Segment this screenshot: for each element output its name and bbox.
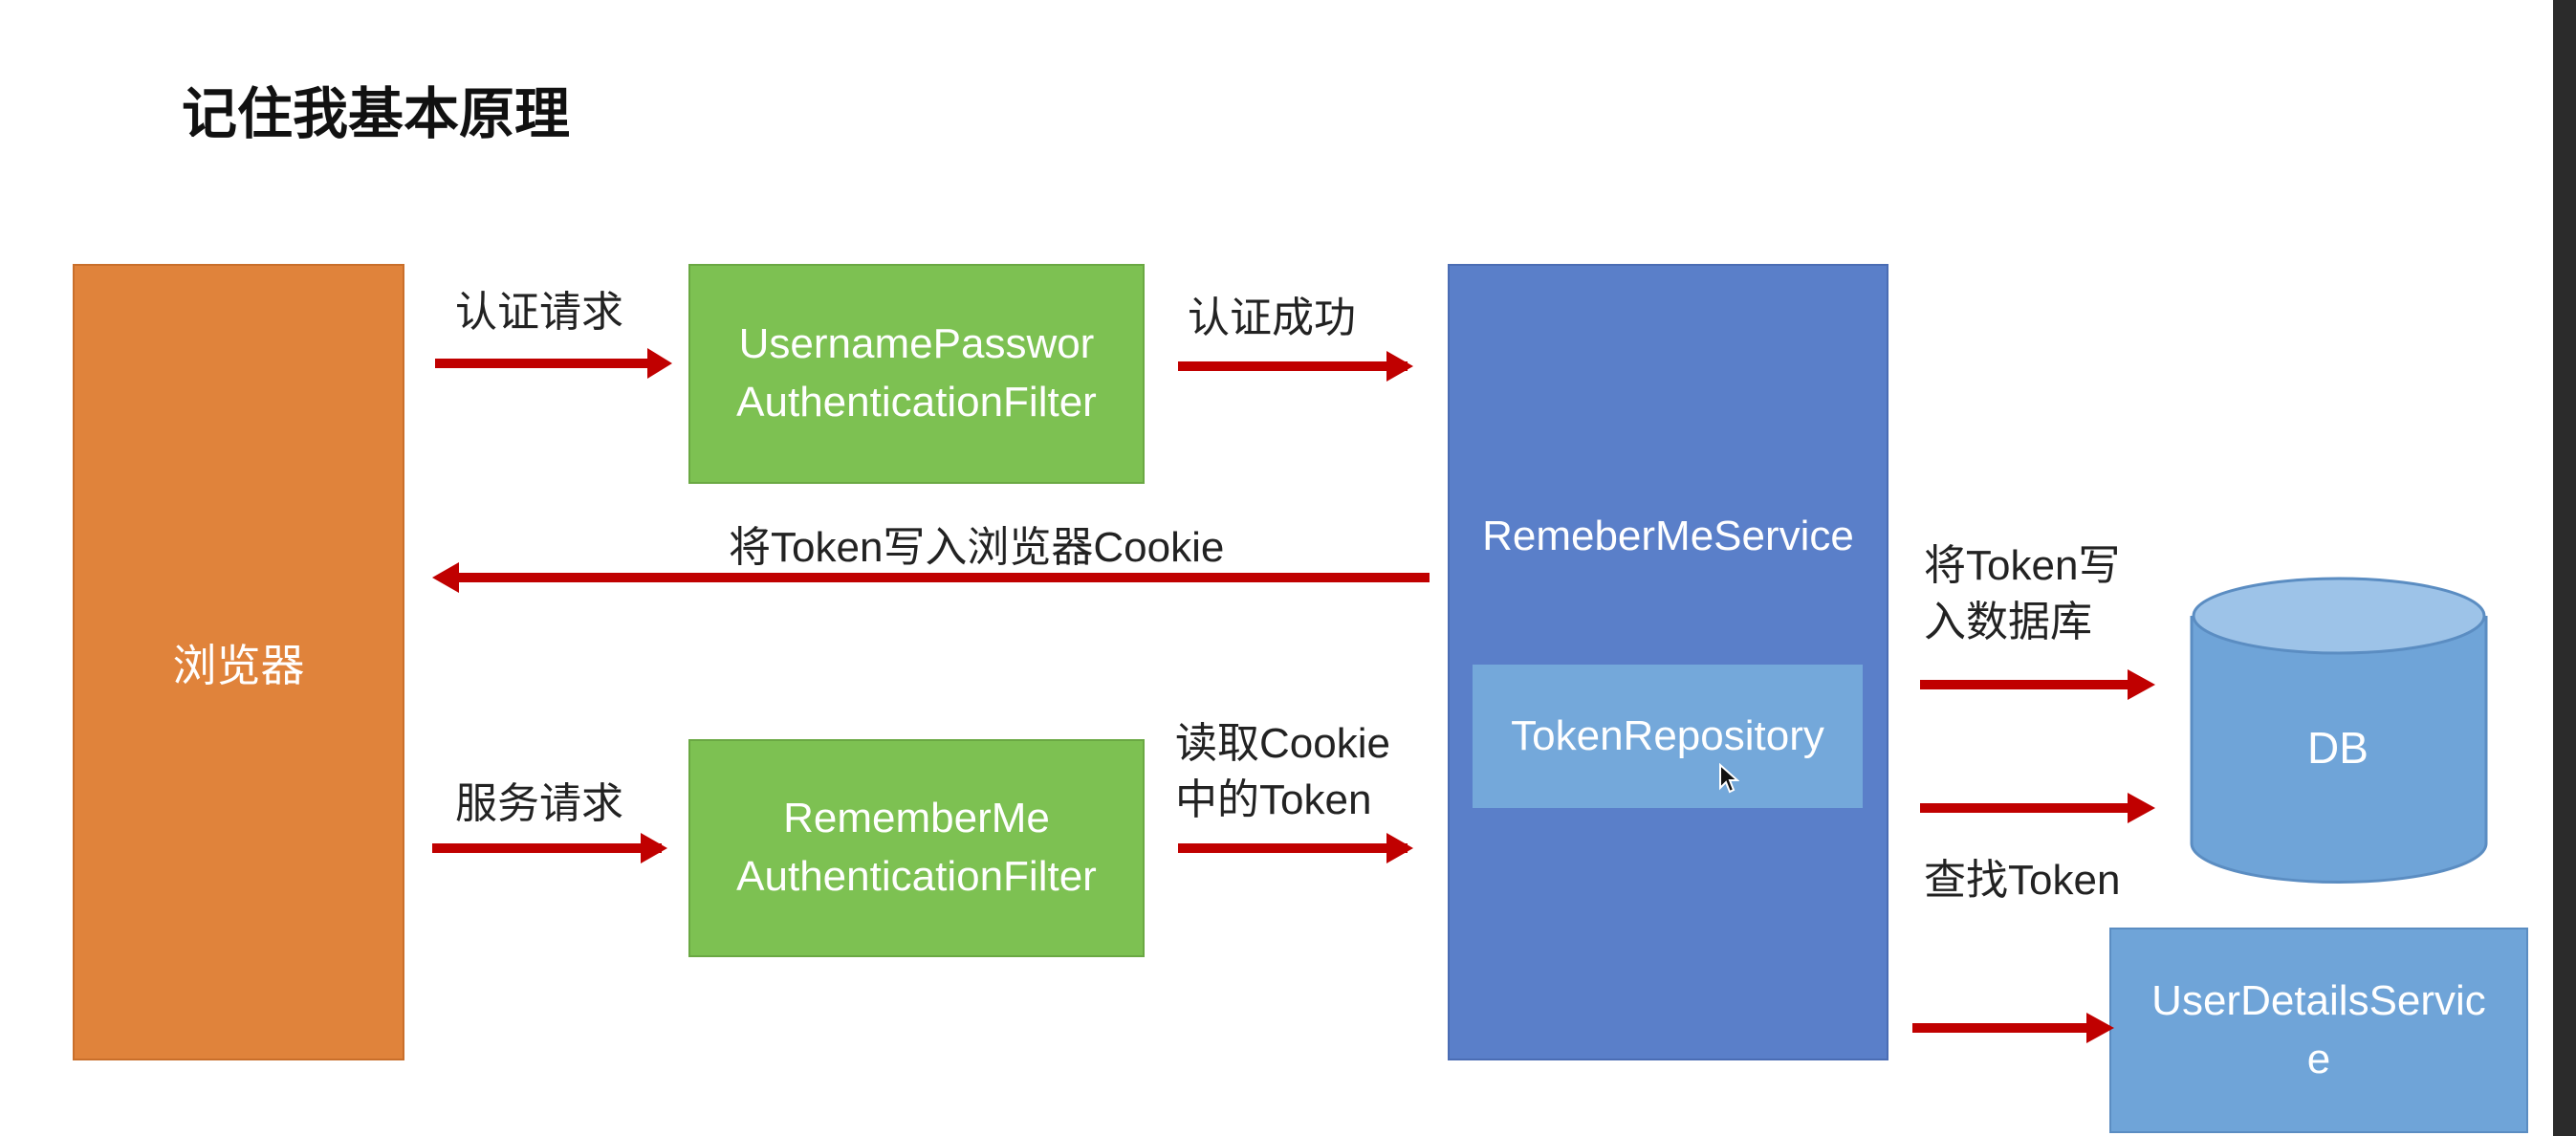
arrow-write-db	[1920, 669, 2155, 700]
mouse-cursor-icon	[1719, 763, 1739, 794]
label-write-db-line-2: 入数据库	[1924, 599, 2092, 646]
diagram-canvas: 记住我基本原理 浏览器 UsernamePasswor Authenticati…	[0, 0, 2576, 1136]
label-write-db: 将Token写 入数据库	[1924, 537, 2120, 651]
label-read-cookie-line-2: 中的Token	[1175, 776, 1372, 824]
label-write-db-line-1: 将Token写	[1924, 542, 2121, 589]
arrows-layer	[432, 348, 2155, 1043]
label-read-cookie: 读取Cookie 中的Token	[1175, 715, 1390, 829]
label-write-cookie: 将Token写入浏览器Cookie	[729, 524, 1225, 571]
label-read-cookie-line-1: 读取Cookie	[1175, 720, 1390, 767]
arrow-auth-request	[435, 348, 672, 379]
window-edge-strip	[2553, 0, 2576, 1136]
arrow-read-cookie	[1178, 833, 1413, 863]
label-find-token: 查找Token	[1924, 857, 2121, 904]
label-service-request: 服务请求	[455, 780, 623, 827]
arrow-auth-success	[1178, 351, 1413, 382]
arrow-find-token	[1920, 793, 2155, 823]
arrow-service-request	[432, 833, 667, 863]
label-auth-request: 认证请求	[455, 289, 623, 336]
arrow-user-details	[1912, 1013, 2114, 1043]
label-auth-success: 认证成功	[1188, 295, 1356, 341]
